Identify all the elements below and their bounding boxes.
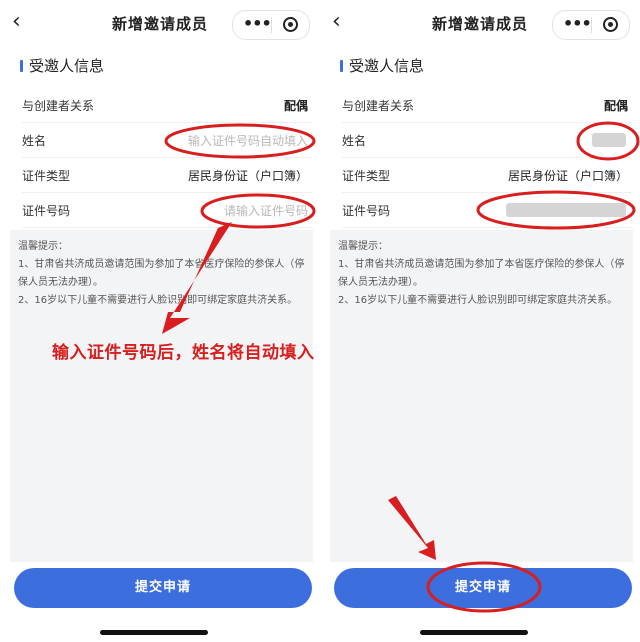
id-number-label: 证件号码 <box>22 204 71 218</box>
name-blurred-value <box>592 133 626 147</box>
id-number-label: 证件号码 <box>342 204 391 218</box>
notice-box: 温馨提示： 1、甘肃省共济成员邀请范围为参加了本省医疗保险的参保人（停保人员无法… <box>330 230 633 562</box>
notice-box: 温馨提示： 1、甘肃省共济成员邀请范围为参加了本省医疗保险的参保人（停保人员无法… <box>10 230 313 562</box>
relation-value[interactable]: 配偶 <box>604 97 628 114</box>
submit-button[interactable]: 提交申请 <box>334 568 632 608</box>
capsule-divider <box>271 17 272 33</box>
notice-title: 温馨提示： <box>338 241 388 252</box>
name-input-placeholder[interactable]: 输入证件号码自动填入 <box>188 132 308 149</box>
id-type-value[interactable]: 居民身份证（户口簿） <box>188 167 308 184</box>
close-circle-icon[interactable] <box>283 17 298 32</box>
notice-line-2: 2、16岁以下儿童不需要进行人脸识别即可绑定家庭共济关系。 <box>338 295 618 306</box>
name-label: 姓名 <box>22 134 47 148</box>
id-type-row[interactable]: 证件类型 居民身份证（户口簿） <box>22 158 312 193</box>
id-type-row[interactable]: 证件类型 居民身份证（户口簿） <box>342 158 632 193</box>
id-number-blurred-value <box>506 203 626 217</box>
id-type-label: 证件类型 <box>342 169 391 183</box>
right-screen: ‹ 新增邀请成员 ••• 受邀人信息 与创建者关系 配偶 姓名 证件类型 居民身… <box>320 0 640 642</box>
notice-title: 温馨提示： <box>18 241 68 252</box>
id-number-row[interactable]: 证件号码 请输入证件号码 <box>22 193 312 228</box>
id-type-value[interactable]: 居民身份证（户口簿） <box>508 167 628 184</box>
instruction-callout: 输入证件号码后，姓名将自动填入 <box>52 343 315 363</box>
more-dots-icon[interactable]: ••• <box>243 14 272 33</box>
home-indicator <box>420 630 528 635</box>
relation-row[interactable]: 与创建者关系 配偶 <box>342 88 632 123</box>
capsule-divider <box>591 17 592 33</box>
name-label: 姓名 <box>342 134 367 148</box>
relation-label: 与创建者关系 <box>22 99 95 113</box>
mini-program-capsule: ••• <box>552 10 630 40</box>
id-type-label: 证件类型 <box>22 169 71 183</box>
notice-line-1: 1、甘肃省共济成员邀请范围为参加了本省医疗保险的参保人（停保人员无法办理）。 <box>338 259 625 288</box>
nav-bar: ‹ 新增邀请成员 ••• <box>320 0 640 46</box>
id-number-input-placeholder[interactable]: 请输入证件号码 <box>224 202 308 219</box>
submit-button[interactable]: 提交申请 <box>14 568 312 608</box>
id-number-row[interactable]: 证件号码 <box>342 193 632 228</box>
notice-line-1: 1、甘肃省共济成员邀请范围为参加了本省医疗保险的参保人（停保人员无法办理）。 <box>18 259 305 288</box>
notice-line-2: 2、16岁以下儿童不需要进行人脸识别即可绑定家庭共济关系。 <box>18 295 298 306</box>
close-circle-icon[interactable] <box>603 17 618 32</box>
relation-label: 与创建者关系 <box>342 99 415 113</box>
relation-value[interactable]: 配偶 <box>284 97 308 114</box>
name-row[interactable]: 姓名 <box>342 123 632 158</box>
more-dots-icon[interactable]: ••• <box>563 14 592 33</box>
left-screen: ‹ 新增邀请成员 ••• 受邀人信息 与创建者关系 配偶 姓名 输入证件号码自动… <box>0 0 320 642</box>
relation-row[interactable]: 与创建者关系 配偶 <box>22 88 312 123</box>
name-row[interactable]: 姓名 输入证件号码自动填入 <box>22 123 312 158</box>
nav-bar: ‹ 新增邀请成员 ••• <box>0 0 320 46</box>
section-accent-bar <box>20 60 23 72</box>
home-indicator <box>100 630 208 635</box>
section-accent-bar <box>340 60 343 72</box>
section-title: 受邀人信息 <box>29 57 105 75</box>
mini-program-capsule: ••• <box>232 10 310 40</box>
section-title: 受邀人信息 <box>349 57 425 75</box>
